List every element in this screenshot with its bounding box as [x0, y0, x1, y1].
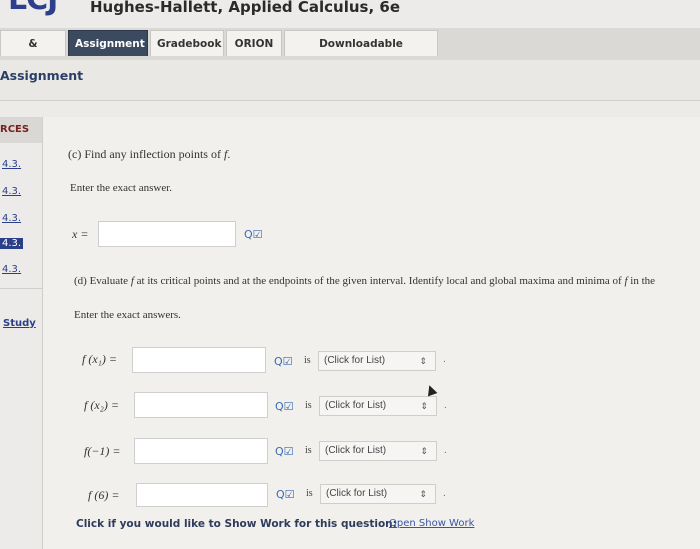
f-x2-classification-select[interactable]: (Click for List) ⇕ — [319, 396, 437, 416]
part-d-prompt: (d) Evaluate f at its critical points an… — [74, 275, 655, 287]
part-d-prompt-end: in the — [627, 275, 656, 287]
tab-etextbook[interactable]: Downloadable eTextbook — [284, 30, 438, 76]
math-tools-icon[interactable]: Q☑ — [244, 228, 263, 241]
select-arrows-icon: ⇕ — [420, 446, 428, 456]
math-tools-icon[interactable]: Q☑ — [274, 355, 293, 368]
row-dot: . — [443, 354, 446, 365]
logo: LCJ — [8, 0, 58, 17]
f-x1-classification-select[interactable]: (Click for List) ⇕ — [318, 351, 436, 371]
f-minus1-answer-field[interactable] — [134, 438, 268, 464]
f-x1-label: f (x₁) = — [82, 352, 117, 366]
open-show-work-link[interactable]: Open Show Work — [389, 518, 474, 529]
tab-orion[interactable]: ORION — [226, 30, 282, 56]
section-bar — [0, 60, 700, 101]
part-c-prompt: (c) Find any inflection points of f. — [68, 147, 230, 162]
page-title: Assignment — [0, 68, 84, 83]
book-title: Hughes-Hallett, Applied Calculus, 6e — [90, 0, 400, 16]
tab-practice[interactable]: & Practice — [0, 30, 66, 76]
tab-gradebook[interactable]: Gradebook — [150, 30, 224, 56]
sidebar-study-link[interactable]: Study — [3, 318, 36, 329]
resources-sidebar — [0, 117, 43, 549]
math-tools-icon[interactable]: Q☑ — [275, 445, 294, 458]
sidebar-link-4-3[interactable]: 4.3. — [2, 159, 21, 170]
is-label: is — [304, 355, 311, 366]
select-value: (Click for List) — [325, 445, 387, 456]
math-tools-icon[interactable]: Q☑ — [275, 400, 294, 413]
math-tools-icon[interactable]: Q☑ — [276, 488, 295, 501]
select-value: (Click for List) — [326, 488, 388, 499]
f-6-answer-field[interactable] — [136, 483, 268, 507]
is-label: is — [305, 445, 312, 456]
sidebar-heading: RCES — [0, 117, 42, 143]
f-x2-answer-field[interactable] — [134, 392, 268, 418]
f-x2-label: f (x₂) = — [84, 398, 119, 412]
sidebar-divider — [0, 288, 42, 289]
select-value: (Click for List) — [324, 355, 386, 366]
tab-assignment[interactable]: Assignment — [68, 30, 148, 56]
f-x1-answer-field[interactable] — [132, 347, 266, 373]
f-6-classification-select[interactable]: (Click for List) ⇕ — [320, 484, 436, 504]
part-d-instruction: Enter the exact answers. — [74, 309, 181, 321]
part-d-prompt-mid: at its critical points and at the endpoi… — [133, 275, 625, 287]
sidebar-link-4-3[interactable]: 4.3. — [2, 186, 21, 197]
f-minus1-classification-select[interactable]: (Click for List) ⇕ — [319, 441, 437, 461]
row-dot: . — [444, 400, 447, 411]
row-dot: . — [443, 488, 446, 499]
is-label: is — [306, 488, 313, 499]
select-arrows-icon: ⇕ — [419, 356, 427, 366]
part-d-prompt-text: (d) Evaluate — [74, 275, 131, 287]
sidebar-link-4-3-active[interactable]: 4.3. — [0, 238, 24, 249]
sidebar-link-4-3[interactable]: 4.3. — [2, 264, 21, 275]
row-dot: . — [444, 445, 447, 456]
part-c-prompt-end: . — [227, 147, 231, 161]
f-6-label: f (6) = — [88, 488, 120, 502]
sidebar-link-4-3[interactable]: 4.3. — [2, 213, 21, 224]
f-minus1-label: f(−1) = — [84, 444, 121, 458]
select-arrows-icon: ⇕ — [420, 401, 428, 411]
select-arrows-icon: ⇕ — [419, 489, 427, 499]
is-label: is — [305, 400, 312, 411]
part-c-instruction: Enter the exact answer. — [70, 182, 173, 194]
select-value: (Click for List) — [325, 400, 387, 411]
show-work-prompt: Click if you would like to Show Work for… — [76, 518, 397, 530]
part-c-answer-label: x = — [72, 227, 89, 241]
inflection-point-answer-field[interactable] — [98, 221, 236, 247]
part-c-prompt-text: (c) Find any inflection points of — [68, 147, 224, 161]
